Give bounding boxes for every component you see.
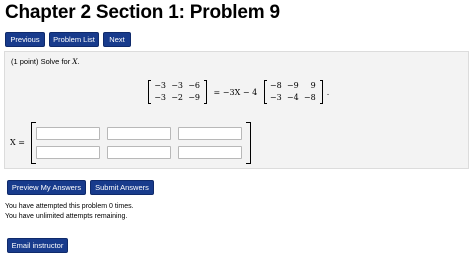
answer-input-r1c2[interactable] (107, 127, 171, 140)
answer-input-r2c3[interactable] (178, 146, 242, 159)
matrix-b-cell: −8 (303, 93, 316, 102)
matrix-b-cell: 9 (310, 81, 316, 90)
matrix-a: −3 −3 −6 −3 −2 −9 (148, 80, 207, 104)
matrix-b-cell: −3 (269, 93, 282, 102)
attempts-remaining: You have unlimited attempts remaining. (5, 213, 128, 220)
points-text: (1 point) Solve for (11, 57, 71, 66)
equation-middle-text: = −3X − 4 (211, 87, 260, 97)
answer-input-r1c1[interactable] (36, 127, 100, 140)
matrix-a-cell: −3 (154, 81, 166, 90)
period-text: . (77, 57, 80, 66)
equation: −3 −3 −6 −3 −2 −9 = −3X − 4 −8 −9 9 −3 −… (146, 79, 331, 105)
problem-list-button[interactable]: Problem List (49, 32, 99, 47)
matrix-a-cell: −6 (188, 81, 200, 90)
matrix-a-cell: −3 (171, 81, 183, 90)
previous-button[interactable]: Previous (5, 32, 45, 47)
problem-panel: (1 point) Solve for X. −3 −3 −6 −3 −2 −9… (4, 51, 469, 169)
matrix-a-cell: −3 (154, 93, 166, 102)
problem-statement: (1 point) Solve for X. (11, 57, 80, 66)
next-button[interactable]: Next (103, 32, 131, 47)
preview-answers-button[interactable]: Preview My Answers (7, 180, 86, 195)
matrix-b-cell: −8 (269, 81, 282, 90)
matrix-a-cell: −2 (171, 93, 183, 102)
email-instructor-button[interactable]: Email instructor (7, 238, 68, 253)
answer-label: X = (10, 138, 25, 147)
answer-input-r2c2[interactable] (107, 146, 171, 159)
matrix-b-cell: −4 (286, 93, 299, 102)
equation-period: . (326, 87, 330, 97)
matrix-b-cell: −9 (286, 81, 299, 90)
submit-answers-button[interactable]: Submit Answers (90, 180, 154, 195)
answer-bracket-right (246, 122, 251, 164)
matrix-b: −8 −9 9 −3 −4 −8 (263, 80, 323, 104)
matrix-a-cell: −9 (188, 93, 200, 102)
page-title: Chapter 2 Section 1: Problem 9 (5, 2, 280, 23)
attempts-status: You have attempted this problem 0 times. (5, 203, 134, 210)
answer-input-r1c3[interactable] (178, 127, 242, 140)
answer-input-r2c1[interactable] (36, 146, 100, 159)
